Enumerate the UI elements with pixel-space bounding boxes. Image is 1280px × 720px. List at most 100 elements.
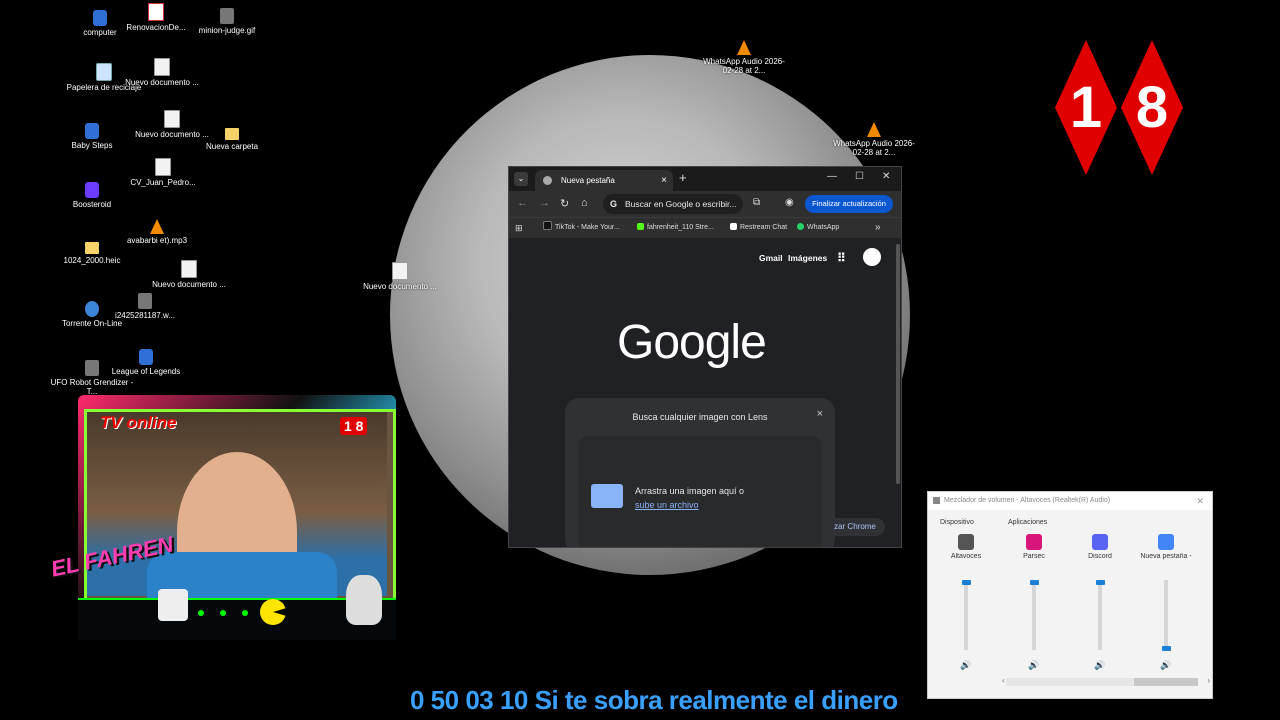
volume-slider-track[interactable] — [1098, 580, 1102, 650]
bookmark-tiktok[interactable]: TikTok - Make Your... — [543, 218, 620, 238]
cone-file-icon — [150, 219, 164, 234]
customize-chrome-button[interactable]: zar Chrome — [825, 518, 885, 536]
page-scrollbar[interactable] — [896, 244, 900, 484]
tab-new-tab[interactable]: Nueva pestaña × — [535, 170, 673, 191]
apps-grid-icon[interactable]: ⊞ — [515, 218, 523, 238]
desktop-icon[interactable]: WhatsApp Audio 2026-02-28 at 2... — [702, 40, 786, 75]
tab-close-icon[interactable]: × — [661, 170, 667, 191]
mixer-close-button[interactable]: ✕ — [1196, 492, 1204, 510]
mute-toggle-icon[interactable]: 🔊 — [1094, 660, 1105, 671]
bookmark-kick[interactable]: fahrenheit_110 Stre... — [637, 218, 714, 238]
desktop-icon-label: Nueva carpeta — [205, 142, 259, 151]
chrome-tab-icon — [543, 176, 552, 185]
gray-file-icon — [138, 293, 152, 309]
bin-file-icon — [96, 63, 112, 81]
volume-mixer-window[interactable]: Mezclador de volumen - Altavoces (Realte… — [927, 491, 1213, 699]
desktop-icon-label: Boosteroid — [72, 200, 112, 209]
desktop-icon[interactable]: i2425281187.w... — [103, 293, 187, 320]
finish-update-button[interactable]: Finalizar actualización — [805, 195, 893, 213]
mixer-horizontal-scrollbar[interactable]: ‹ › — [1002, 676, 1210, 686]
folder-file-icon — [225, 128, 239, 140]
desktop-icon[interactable]: Nuevo documento ... — [120, 58, 204, 87]
joystick-icon — [158, 589, 188, 621]
desktop-icon-label: CV_Juan_Pedro... — [130, 178, 196, 187]
channel-name: Parsec — [1023, 553, 1045, 560]
mini-18-badge: 1 8 — [340, 417, 368, 435]
round-file-icon — [85, 301, 99, 317]
close-window-button[interactable]: ✕ — [882, 171, 890, 182]
blue-file-icon — [93, 10, 107, 26]
desktop-icon-label: Nuevo documento ... — [363, 282, 437, 291]
file-file-icon — [164, 110, 180, 128]
account-avatar[interactable] — [863, 248, 881, 266]
more-bookmarks-icon[interactable]: » — [875, 218, 881, 238]
desktop-icon-label: WhatsApp Audio 2026-02-28 at 2... — [703, 57, 785, 75]
purple-file-icon — [85, 182, 99, 198]
desktop-icon[interactable]: minion-judge.gif — [185, 8, 269, 35]
upload-file-link[interactable]: sube un archivo — [635, 500, 699, 510]
gmail-link[interactable]: Gmail — [759, 253, 783, 263]
desktop-icon[interactable]: WhatsApp Audio 2026-02-28 at 2... — [832, 122, 916, 157]
mute-toggle-icon[interactable]: 🔊 — [960, 660, 971, 671]
desktop-icon-label: Baby Steps — [71, 141, 113, 150]
restream-icon — [730, 223, 737, 230]
home-button[interactable]: ⌂ — [581, 197, 588, 209]
desktop-icon[interactable]: Nuevo documento ... — [358, 262, 442, 291]
volume-slider-track[interactable] — [1032, 580, 1036, 650]
tab-strip: ⌄ Nueva pestaña × + — ☐ ✕ — [509, 167, 901, 191]
minimize-button[interactable]: — — [827, 171, 837, 182]
image-drop-zone[interactable]: Arrastra una imagen aquí o sube un archi… — [579, 436, 821, 547]
google-apps-icon[interactable]: ⠿ — [837, 251, 846, 265]
volume-slider-thumb[interactable] — [1096, 580, 1105, 585]
scroll-right-icon[interactable]: › — [1207, 676, 1210, 685]
bookmark-restream[interactable]: Restream Chat — [730, 218, 787, 238]
volume-slider-track[interactable] — [1164, 580, 1168, 650]
desktop-icon[interactable]: 1024_2000.heic — [50, 242, 134, 265]
lens-dialog: Busca cualquier imagen con Lens × Arrast… — [565, 398, 835, 547]
cone-file-icon — [737, 40, 751, 55]
volume-slider-thumb[interactable] — [1030, 580, 1039, 585]
mute-toggle-icon[interactable]: 🔊 — [1028, 660, 1039, 671]
mixer-channel: Discord 🔊 — [1070, 532, 1130, 677]
file-file-icon — [154, 58, 170, 76]
google-logo: Google — [617, 316, 767, 369]
chrome-window[interactable]: ⌄ Nueva pestaña × + — ☐ ✕ ← → ↻ ⌂ G Busc… — [508, 166, 902, 548]
maximize-button[interactable]: ☐ — [855, 171, 864, 182]
desktop-icon[interactable]: Boosteroid — [50, 182, 134, 209]
scroll-left-icon[interactable]: ‹ — [1002, 676, 1005, 685]
desktop-icon[interactable]: League of Legends — [104, 349, 188, 376]
pellet-icon — [220, 610, 226, 616]
desktop-icon[interactable]: Nuevo documento ... — [147, 260, 231, 289]
image-icon — [591, 484, 623, 508]
desktop-icon-label: avabarbi et).mp3 — [126, 236, 188, 245]
scroll-thumb[interactable] — [1134, 678, 1198, 686]
mixer-channel: Nueva pestaña - 🔊 — [1136, 532, 1196, 677]
forward-button[interactable]: → — [539, 197, 550, 209]
back-button[interactable]: ← — [517, 197, 528, 209]
reload-button[interactable]: ↻ — [560, 197, 569, 210]
extension-icon[interactable]: ⧉ — [753, 197, 760, 208]
desktop-icon[interactable]: Nueva carpeta — [190, 128, 274, 151]
mute-toggle-icon[interactable]: 🔊 — [1160, 660, 1171, 671]
bookmark-whatsapp[interactable]: WhatsApp — [797, 218, 839, 238]
tab-search-button[interactable]: ⌄ — [514, 172, 528, 186]
volume-slider-thumb[interactable] — [1162, 646, 1171, 651]
channel-name: Nueva pestaña - — [1140, 553, 1192, 560]
profile-mini-icon[interactable]: ◉ — [785, 197, 794, 208]
apps-section-label: Aplicaciones — [1008, 519, 1048, 526]
badge-digit-2: 8 — [1121, 40, 1183, 175]
toolbar: ← → ↻ ⌂ G Buscar en Google o escribir...… — [509, 191, 901, 217]
desktop-icon-label: League of Legends — [111, 367, 181, 376]
astronaut-icon — [346, 575, 382, 625]
volume-slider-track[interactable] — [964, 580, 968, 650]
blue-file-icon — [139, 349, 153, 365]
pellet-icon — [242, 610, 248, 616]
pellet-icon — [198, 610, 204, 616]
images-link[interactable]: Imágenes — [788, 253, 827, 263]
new-tab-button[interactable]: + — [679, 170, 687, 185]
desktop-icon[interactable]: Baby Steps — [50, 123, 134, 150]
mixer-titlebar: Mezclador de volumen - Altavoces (Realte… — [928, 492, 1212, 510]
volume-slider-thumb[interactable] — [962, 580, 971, 585]
omnibox[interactable]: G Buscar en Google o escribir... — [603, 194, 743, 214]
lens-close-icon[interactable]: × — [817, 408, 823, 420]
